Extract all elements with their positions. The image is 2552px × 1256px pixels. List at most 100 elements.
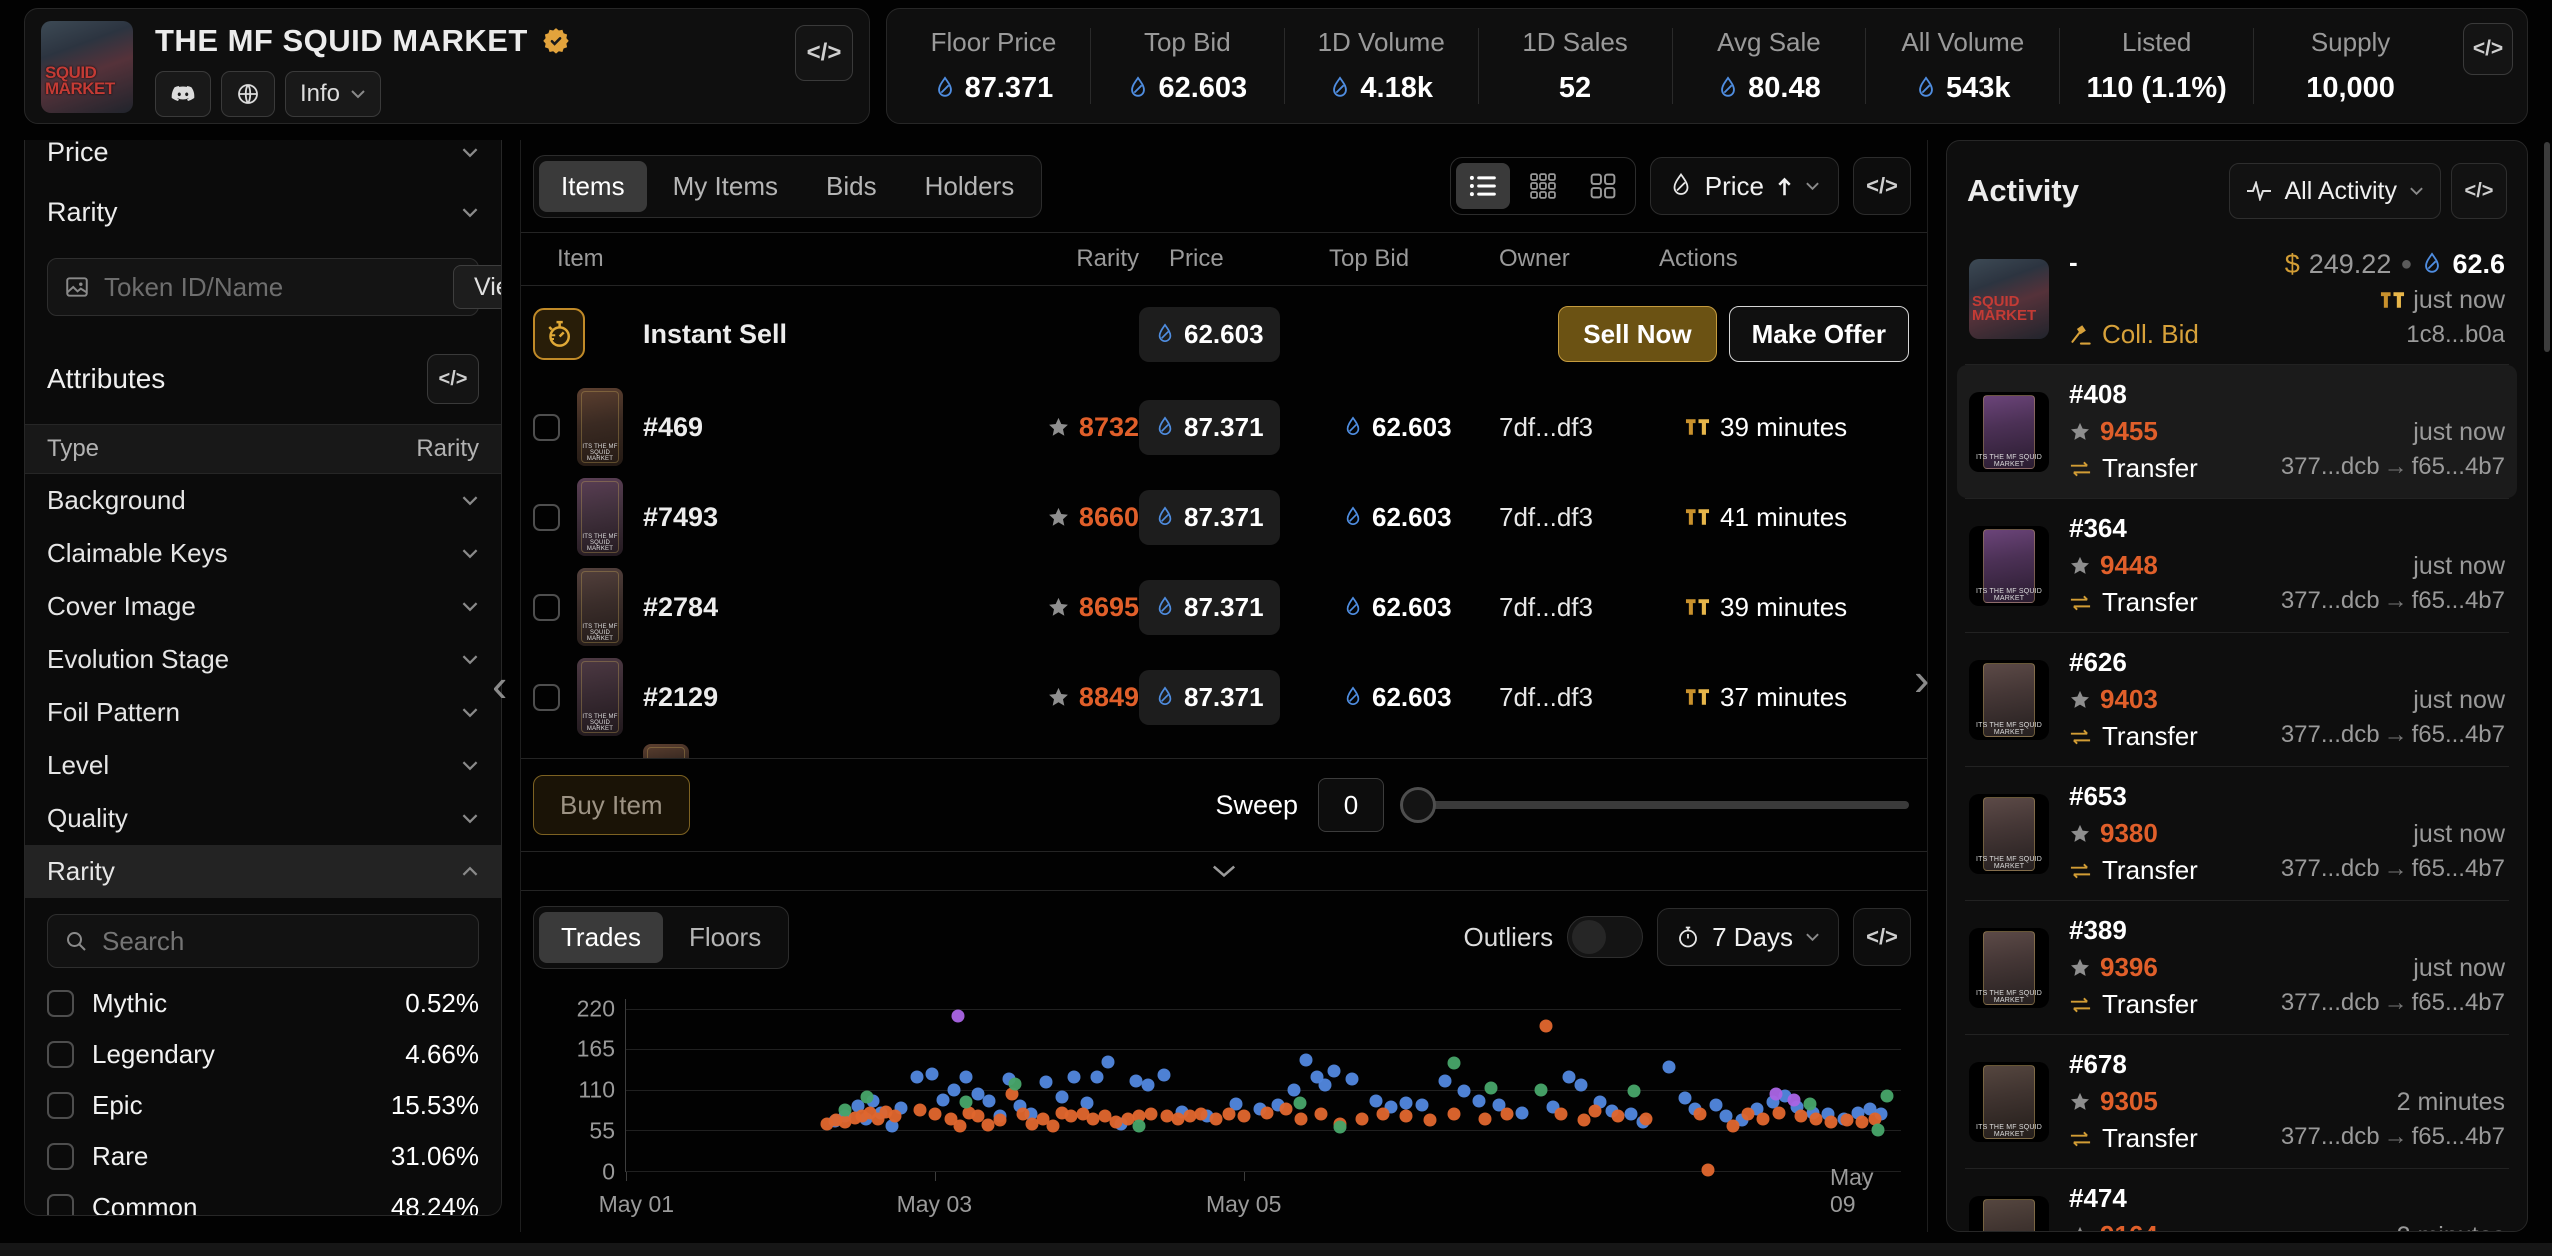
data-point-sales-orange[interactable] — [1742, 1108, 1755, 1121]
data-point-sales-blue[interactable] — [1369, 1094, 1382, 1107]
data-point-sales-orange[interactable] — [1448, 1108, 1461, 1121]
data-point-sales-orange[interactable] — [1400, 1110, 1413, 1123]
expand-toggle[interactable] — [521, 852, 1927, 890]
data-point-sales-blue[interactable] — [1624, 1108, 1637, 1121]
data-point-sales-blue[interactable] — [1473, 1094, 1486, 1107]
data-point-sales-blue[interactable] — [1040, 1076, 1053, 1089]
small-grid-view-button[interactable] — [1516, 163, 1570, 209]
activity-addresses[interactable]: 377...dcb→f65...4b7 — [2281, 855, 2505, 883]
data-point-sales-orange[interactable] — [981, 1119, 994, 1132]
chart-code-button[interactable]: </> — [1853, 908, 1911, 966]
data-point-sales-green[interactable] — [1881, 1089, 1894, 1102]
data-point-sales-orange[interactable] — [1086, 1112, 1099, 1125]
row-checkbox[interactable] — [533, 684, 560, 711]
checkbox[interactable] — [47, 1194, 74, 1216]
filter-section-rarity[interactable]: Rarity — [47, 182, 479, 242]
tab-items[interactable]: Items — [539, 161, 647, 212]
data-point-sales-orange[interactable] — [1539, 1020, 1552, 1033]
data-point-sales-blue[interactable] — [1663, 1060, 1676, 1073]
attributes-code-button[interactable]: </> — [427, 354, 479, 404]
table-row[interactable]: ITS THE MF SQUID MARKET #2784 8695 87.37… — [521, 562, 1927, 652]
data-point-sales-green[interactable] — [1293, 1097, 1306, 1110]
bidder-address[interactable]: 1c8...b0a — [2406, 321, 2505, 349]
sweep-slider[interactable] — [1404, 801, 1909, 809]
data-point-sales-orange[interactable] — [888, 1110, 901, 1123]
activity-addresses[interactable]: 377...dcb→f65...4b7 — [2281, 1123, 2505, 1151]
data-point-sales-blue[interactable] — [926, 1068, 939, 1081]
data-point-sales-blue[interactable] — [910, 1070, 923, 1083]
data-point-sales-blue[interactable] — [1300, 1054, 1313, 1067]
data-point-sales-green[interactable] — [1009, 1077, 1022, 1090]
data-point-sales-blue[interactable] — [1562, 1071, 1575, 1084]
data-point-sales-blue[interactable] — [1346, 1073, 1359, 1086]
data-point-sales-blue[interactable] — [1287, 1083, 1300, 1096]
data-point-sales-blue[interactable] — [1157, 1069, 1170, 1082]
sort-dropdown[interactable]: Price — [1650, 157, 1839, 215]
data-point-sales-green[interactable] — [1448, 1057, 1461, 1070]
data-point-sales-purple[interactable] — [1769, 1088, 1782, 1101]
discord-button[interactable] — [155, 71, 211, 117]
data-point-sales-orange[interactable] — [1065, 1110, 1078, 1123]
stats-code-button[interactable]: </> — [2463, 23, 2513, 75]
items-code-button[interactable]: </> — [1853, 157, 1911, 215]
rarity-option-epic[interactable]: Epic15.53% — [47, 1080, 479, 1131]
activity-item[interactable]: ITS THE MF SQUID MARKET #364 9448 Transf… — [1957, 499, 2517, 632]
data-point-sales-orange[interactable] — [1210, 1112, 1223, 1125]
activity-item[interactable]: ITS THE MF SQUID MARKET #408 9455 Transf… — [1957, 365, 2517, 498]
attribute-row-cover-image[interactable]: Cover Image — [47, 580, 479, 633]
data-point-sales-green[interactable] — [1627, 1085, 1640, 1098]
data-point-sales-blue[interactable] — [1091, 1071, 1104, 1084]
data-point-sales-orange[interactable] — [1825, 1115, 1838, 1128]
data-point-sales-orange[interactable] — [1772, 1106, 1785, 1119]
data-point-sales-blue[interactable] — [1575, 1078, 1588, 1091]
data-point-sales-orange[interactable] — [1794, 1110, 1807, 1123]
activity-item[interactable]: ITS THE MF SQUID MARKET #626 9403 Transf… — [1957, 633, 2517, 766]
chart-tab-trades[interactable]: Trades — [539, 912, 663, 963]
list-view-button[interactable] — [1456, 163, 1510, 209]
sell-now-button[interactable]: Sell Now — [1558, 306, 1716, 362]
data-point-sales-green[interactable] — [960, 1095, 973, 1108]
collapse-sidebar-chevron[interactable]: ‹ — [492, 662, 507, 708]
attribute-row-claimable-keys[interactable]: Claimable Keys — [47, 527, 479, 580]
data-point-sales-blue[interactable] — [936, 1094, 949, 1107]
data-point-sales-orange[interactable] — [1194, 1108, 1207, 1121]
table-row[interactable]: ITS THE MF SQUID MARKET #2129 8849 87.37… — [521, 652, 1927, 742]
tab-bids[interactable]: Bids — [804, 161, 899, 212]
sweep-input[interactable] — [1318, 778, 1384, 832]
rarity-option-common[interactable]: Common48.24% — [47, 1182, 479, 1216]
data-point-sales-blue[interactable] — [960, 1070, 973, 1083]
data-point-sales-orange[interactable] — [1377, 1108, 1390, 1121]
data-point-sales-blue[interactable] — [947, 1083, 960, 1096]
data-point-sales-orange[interactable] — [1145, 1108, 1158, 1121]
sweep-slider-handle[interactable] — [1400, 787, 1436, 823]
collection-code-button[interactable]: </> — [795, 25, 853, 81]
data-point-sales-green[interactable] — [1133, 1119, 1146, 1132]
data-point-sales-orange[interactable] — [1279, 1102, 1292, 1115]
data-point-sales-orange[interactable] — [1555, 1108, 1568, 1121]
activity-code-button[interactable]: </> — [2451, 163, 2507, 219]
data-point-sales-orange[interactable] — [1479, 1112, 1492, 1125]
data-point-sales-orange[interactable] — [1757, 1112, 1770, 1125]
data-point-sales-blue[interactable] — [1415, 1099, 1428, 1112]
data-point-sales-blue[interactable] — [1130, 1074, 1143, 1087]
item-owner[interactable]: 7df...df3 — [1499, 412, 1659, 443]
row-checkbox[interactable] — [533, 594, 560, 621]
tab-my-items[interactable]: My Items — [651, 161, 800, 212]
data-point-sales-orange[interactable] — [1315, 1108, 1328, 1121]
data-point-sales-green[interactable] — [1803, 1097, 1816, 1110]
row-checkbox[interactable] — [533, 414, 560, 441]
rarity-option-legendary[interactable]: Legendary4.66% — [47, 1029, 479, 1080]
data-point-sales-blue[interactable] — [1678, 1091, 1691, 1104]
activity-addresses[interactable]: 377...dcb→f65...4b7 — [2281, 721, 2505, 749]
data-point-sales-blue[interactable] — [1068, 1070, 1081, 1083]
chart-tab-floors[interactable]: Floors — [667, 912, 783, 963]
data-point-sales-green[interactable] — [1534, 1083, 1547, 1096]
attribute-row-evolution-stage[interactable]: Evolution Stage — [47, 633, 479, 686]
activity-item[interactable]: ITS THE MF SQUID MARKET #653 9380 Transf… — [1957, 767, 2517, 900]
data-point-sales-blue[interactable] — [1516, 1106, 1529, 1119]
data-point-sales-green[interactable] — [1871, 1124, 1884, 1137]
time-range-dropdown[interactable]: 7 Days — [1657, 908, 1839, 966]
attribute-row-level[interactable]: Level — [47, 739, 479, 792]
checkbox[interactable] — [47, 1041, 74, 1068]
table-row[interactable]: ITS THE MF SQUID MARKET #7493 8660 87.37… — [521, 472, 1927, 562]
